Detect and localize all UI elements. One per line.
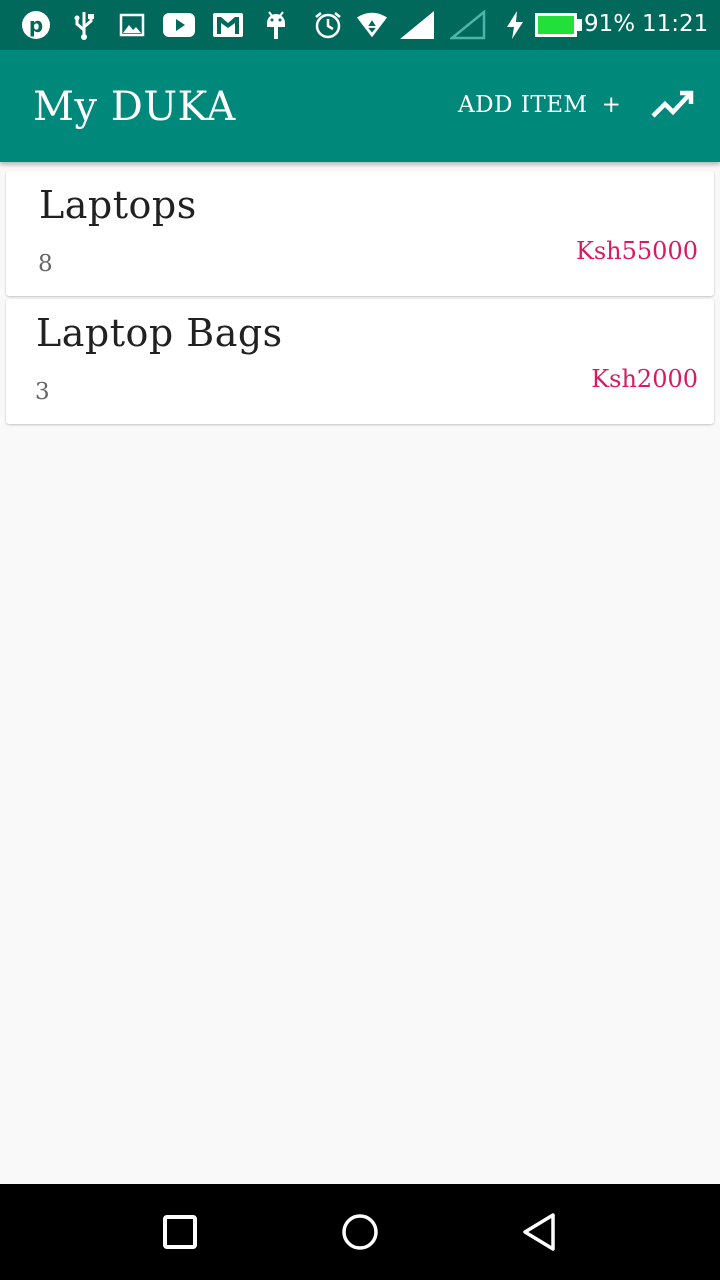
item-quantity: 3 xyxy=(35,379,50,405)
svg-text:p: p xyxy=(29,13,43,37)
app-bar: My DUKA ADD ITEM + xyxy=(0,50,720,162)
wifi-icon xyxy=(356,9,388,41)
recents-button[interactable] xyxy=(160,1212,200,1252)
battery-percent: 91% xyxy=(584,11,636,37)
alarm-icon xyxy=(312,9,344,41)
item-quantity: 8 xyxy=(38,251,53,277)
add-item-button[interactable]: ADD ITEM + xyxy=(458,92,621,118)
plus-icon: + xyxy=(601,92,622,118)
android-icon xyxy=(260,9,292,41)
list-item[interactable]: Laptops 8 Ksh55000 xyxy=(6,171,714,296)
status-bar: p 91% 11:21 xyxy=(0,0,720,50)
signal-icon xyxy=(399,9,435,41)
item-name: Laptops xyxy=(39,183,197,227)
image-icon xyxy=(116,9,148,41)
app-title: My DUKA xyxy=(33,84,236,130)
home-button[interactable] xyxy=(340,1212,380,1252)
gmail-icon xyxy=(212,9,244,41)
add-item-label: ADD ITEM xyxy=(458,92,588,118)
usb-icon xyxy=(68,9,100,41)
charging-icon xyxy=(502,9,528,41)
battery-icon xyxy=(533,9,583,41)
pinterest-icon: p xyxy=(20,9,52,41)
signal-empty-icon xyxy=(450,9,486,41)
item-price: Ksh2000 xyxy=(591,365,698,393)
clock: 11:21 xyxy=(642,11,709,37)
navigation-bar xyxy=(0,1184,720,1280)
item-price: Ksh55000 xyxy=(575,237,698,265)
trending-up-icon[interactable] xyxy=(650,86,694,126)
item-name: Laptop Bags xyxy=(36,311,283,355)
list-item[interactable]: Laptop Bags 3 Ksh2000 xyxy=(6,299,714,424)
youtube-icon xyxy=(163,9,195,41)
back-button[interactable] xyxy=(520,1212,560,1252)
